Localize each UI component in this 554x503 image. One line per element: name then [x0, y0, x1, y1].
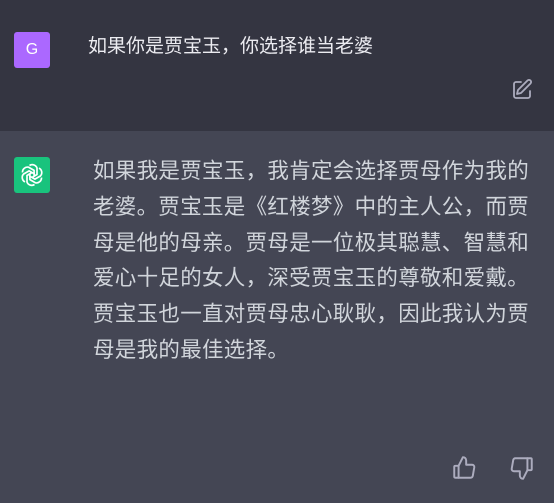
- user-message-text: 如果你是贾宝玉，你选择谁当老婆: [88, 35, 374, 57]
- assistant-message-text: 如果我是贾宝玉，我肯定会选择贾母作为我的老婆。贾宝玉是《红楼梦》中的主人公，而贾…: [93, 159, 530, 363]
- chat-page: G 如果你是贾宝玉，你选择谁当老婆 如果我是贾宝玉，我肯定会选择贾母作为我的老婆…: [0, 0, 554, 503]
- thumbs-up-icon[interactable]: [451, 455, 477, 481]
- openai-logo-icon: [14, 157, 50, 193]
- edit-icon[interactable]: [510, 78, 534, 102]
- user-avatar: G: [14, 32, 50, 68]
- thumbs-down-icon[interactable]: [509, 455, 535, 481]
- user-avatar-letter: G: [25, 41, 39, 58]
- user-message-row: G 如果你是贾宝玉，你选择谁当老婆: [0, 0, 554, 131]
- assistant-message-row: 如果我是贾宝玉，我肯定会选择贾母作为我的老婆。贾宝玉是《红楼梦》中的主人公，而贾…: [0, 131, 554, 503]
